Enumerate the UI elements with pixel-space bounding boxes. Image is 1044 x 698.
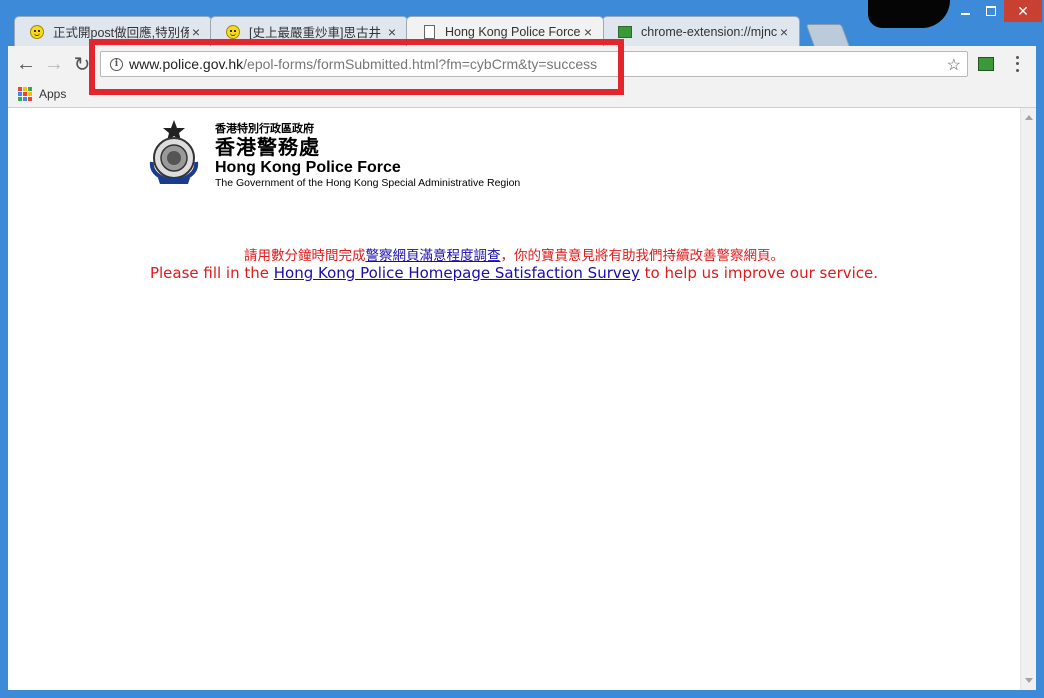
apps-grid-icon[interactable] (18, 87, 32, 101)
tab-close-icon[interactable]: × (385, 24, 399, 40)
government-name-en: The Government of the Hong Kong Special … (215, 177, 521, 189)
bookmark-star-icon[interactable]: ☆ (947, 55, 961, 75)
new-tab-button[interactable] (805, 24, 851, 48)
close-window-button[interactable]: ✕ (1004, 0, 1042, 22)
survey-zh-after: ，你的寶貴意見將有助我們持續改善警察網頁。 (500, 248, 785, 264)
page-content: 香港特別行政區政府 香港警務處 Hong Kong Police Force T… (8, 108, 1020, 690)
minimize-button[interactable] (952, 0, 978, 22)
tab-close-icon[interactable]: × (777, 24, 791, 40)
survey-link-en[interactable]: Hong Kong Police Homepage Satisfaction S… (274, 264, 640, 282)
menu-icon[interactable] (1014, 54, 1020, 74)
page-icon (421, 24, 437, 40)
annotation-box (89, 39, 624, 95)
site-header: 香港特別行政區政府 香港警務處 Hong Kong Police Force T… (215, 122, 520, 190)
scroll-up-arrow-icon[interactable] (1025, 115, 1033, 120)
tab-title: Hong Kong Police Force (445, 24, 581, 39)
survey-link-zh[interactable]: 警察網頁滿意程度調查 (366, 248, 501, 264)
tab-4[interactable]: chrome-extension://mjnc × (602, 16, 800, 46)
redaction-block (868, 0, 950, 28)
smiley-icon (29, 24, 45, 40)
survey-message-zh: 請用數分鐘時間完成警察網頁滿意程度調查，你的寶貴意見將有助我們持續改善警察網頁。 (8, 244, 1020, 264)
survey-en-before: Please fill in the (149, 264, 274, 282)
police-force-name-zh: 香港警務處 (215, 135, 320, 159)
scroll-down-arrow-icon[interactable] (1025, 678, 1033, 683)
tab-close-icon[interactable]: × (581, 24, 595, 40)
tab-title: chrome-extension://mjnc (641, 24, 777, 39)
police-force-name-en: Hong Kong Police Force (215, 159, 401, 176)
vertical-scrollbar[interactable] (1020, 108, 1036, 690)
image-icon (617, 24, 633, 40)
survey-en-after: to help us improve our service. (639, 264, 879, 282)
maximize-button[interactable] (978, 0, 1004, 22)
apps-bookmark[interactable]: Apps (39, 87, 66, 101)
police-crest-icon (149, 120, 199, 185)
survey-message-en: Please fill in the Hong Kong Police Home… (8, 264, 1020, 282)
government-name-zh: 香港特別行政區政府 (215, 122, 314, 135)
back-arrow-icon[interactable]: ← (14, 52, 38, 76)
survey-zh-before: 請用數分鐘時間完成 (244, 248, 366, 264)
smiley-icon (225, 24, 241, 40)
extension-image-icon[interactable] (978, 57, 994, 71)
forward-arrow-icon[interactable]: → (42, 52, 66, 76)
tab-close-icon[interactable]: × (189, 24, 203, 40)
